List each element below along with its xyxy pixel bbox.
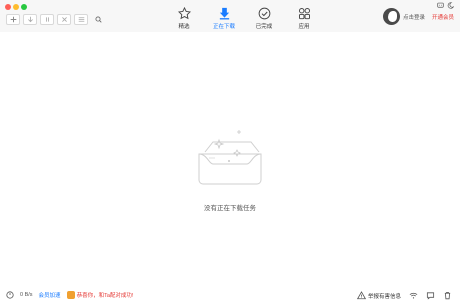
- delete-x-icon: [61, 17, 67, 22]
- star-icon: [177, 7, 191, 20]
- empty-box-icon: [198, 130, 262, 185]
- report-text: 举报有害信息: [367, 293, 401, 300]
- empty-message: 没有正在下载任务: [204, 205, 256, 212]
- status-left: 0 B/s 会员加速 恭喜你，和Ta配对成功!: [6, 291, 133, 299]
- status-bar: 0 B/s 会员加速 恭喜你，和Ta配对成功! 举报有害信息: [0, 287, 460, 305]
- add-task-button[interactable]: [6, 14, 20, 25]
- nav-label: 精选: [178, 24, 190, 30]
- apps-grid-icon: [298, 8, 310, 20]
- nav-label: 已完成: [255, 24, 273, 30]
- toolbar: [6, 14, 105, 25]
- promo-banner[interactable]: 恭喜你，和Ta配对成功!: [66, 291, 134, 299]
- nav-completed[interactable]: 已完成: [250, 7, 278, 30]
- member-accelerate-link[interactable]: 会员加速: [39, 291, 61, 299]
- nav-label: 应用: [298, 24, 310, 30]
- nav-featured[interactable]: 精选: [170, 7, 198, 30]
- message-icon[interactable]: [426, 291, 435, 300]
- close-window-button[interactable]: [5, 4, 11, 10]
- minimize-window-button[interactable]: [13, 4, 19, 10]
- wifi-icon[interactable]: [409, 291, 418, 300]
- maximize-window-button[interactable]: [21, 4, 27, 10]
- main-nav: 精选 正在下载 已完成 应用: [170, 7, 318, 30]
- avatar[interactable]: [382, 8, 400, 25]
- delete-button[interactable]: [57, 14, 71, 25]
- trash-icon[interactable]: [443, 291, 452, 300]
- report-link[interactable]: 举报有害信息: [356, 291, 401, 300]
- download-speed: 0 B/s: [20, 292, 33, 298]
- list-icon: [78, 17, 84, 22]
- search-icon: [94, 16, 102, 23]
- speed-gauge-icon: [6, 291, 14, 299]
- download-arrow-icon: [27, 16, 33, 23]
- check-circle-icon: [258, 7, 270, 20]
- open-vip-link[interactable]: 开通会员: [432, 13, 454, 21]
- search-button[interactable]: [91, 14, 105, 25]
- status-right: 举报有害信息: [356, 291, 452, 300]
- warning-icon: [356, 291, 366, 300]
- plus-icon: [10, 16, 16, 23]
- nav-downloading[interactable]: 正在下载: [210, 7, 238, 30]
- download-icon: [219, 7, 229, 20]
- pause-button[interactable]: [40, 14, 54, 25]
- gift-icon: [66, 291, 75, 299]
- start-download-button[interactable]: [23, 14, 37, 25]
- list-button[interactable]: [74, 14, 88, 25]
- user-area: 点击登录 开通会员: [382, 8, 454, 25]
- nav-apps[interactable]: 应用: [290, 7, 318, 30]
- title-bar: 精选 正在下载 已完成 应用 点击登录 开通会员: [0, 0, 460, 32]
- bird-logo-icon: [387, 11, 397, 22]
- pause-icon: [45, 17, 49, 22]
- login-link[interactable]: 点击登录: [403, 13, 425, 21]
- empty-state-illustration: [185, 128, 275, 190]
- promo-text: 恭喜你，和Ta配对成功!: [76, 293, 134, 299]
- nav-label: 正在下载: [212, 24, 235, 30]
